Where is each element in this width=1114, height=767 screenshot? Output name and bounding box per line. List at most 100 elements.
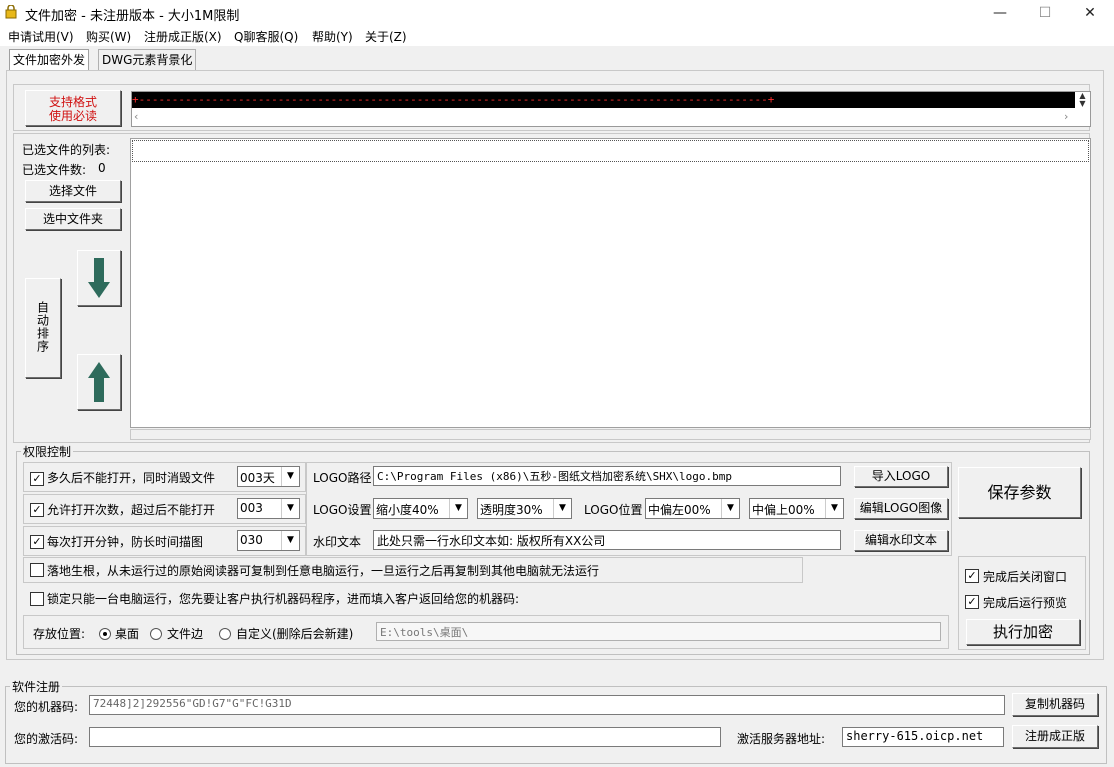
logo-path-input[interactable]: C:\Program Files (x86)\五秒-图纸文档加密系统\SHX\l… bbox=[373, 466, 841, 486]
radio-file-side-label: 文件边 bbox=[167, 627, 204, 641]
option1-select[interactable]: 003天 ▼ bbox=[237, 466, 300, 487]
preview-after-checkbox[interactable]: ✓ bbox=[965, 595, 979, 609]
option3-value: 030 bbox=[240, 533, 263, 547]
auto-sort-label: 自动排序 bbox=[35, 301, 50, 353]
root-option-label: 落地生根，从未运行过的原始阅读器可复制到任意电脑运行，一旦运行之后再复制到其他电… bbox=[47, 564, 600, 578]
radio-desktop[interactable] bbox=[99, 628, 111, 640]
option2-value: 003 bbox=[240, 501, 263, 515]
move-up-button[interactable] bbox=[77, 354, 121, 410]
chevron-down-icon: ▼ bbox=[721, 499, 739, 518]
registration-group: 软件注册 bbox=[5, 678, 1107, 764]
file-count-label: 已选文件数: bbox=[22, 163, 87, 177]
registration-group-title: 软件注册 bbox=[12, 680, 61, 694]
logo-settings-label: LOGO设置 bbox=[313, 503, 372, 517]
server-address-input[interactable]: sherry-615.oicp.net bbox=[842, 727, 1004, 747]
format-textbox[interactable]: +---------------------------------------… bbox=[131, 91, 1091, 127]
format-text: +---------------------------------------… bbox=[132, 92, 1075, 108]
watermark-label: 水印文本 bbox=[313, 535, 362, 549]
menu-trial[interactable]: 申请试用(V) bbox=[8, 28, 74, 45]
menu-qq-support[interactable]: Q聊客服(Q) bbox=[234, 28, 298, 45]
close-after-checkbox[interactable]: ✓ bbox=[965, 569, 979, 583]
radio-custom-label: 自定义(删除后会新建) bbox=[236, 627, 354, 641]
option1-checkbox[interactable]: ✓ bbox=[30, 472, 44, 486]
save-params-button[interactable]: 保存参数 bbox=[958, 467, 1081, 518]
logo-pos-v-select[interactable]: 中偏上00% ▼ bbox=[749, 498, 844, 519]
select-folder-button[interactable]: 选中文件夹 bbox=[25, 208, 121, 230]
logo-pos-h-value: 中偏左00% bbox=[648, 503, 711, 517]
close-after-label: 完成后关闭窗口 bbox=[983, 570, 1068, 584]
save-location-label: 存放位置: bbox=[33, 627, 86, 641]
radio-file-side[interactable] bbox=[150, 628, 162, 640]
logo-pos-v-value: 中偏上00% bbox=[752, 503, 815, 517]
preview-after-label: 完成后运行预览 bbox=[983, 596, 1068, 610]
menu-about[interactable]: 关于(Z) bbox=[365, 28, 407, 45]
option1-value: 003天 bbox=[240, 471, 275, 485]
option2-checkbox[interactable]: ✓ bbox=[30, 503, 44, 517]
option3-label: 每次打开分钟，防长时间描图 bbox=[47, 535, 204, 549]
scroll-left-icon[interactable]: ‹ bbox=[134, 110, 138, 123]
edit-logo-button[interactable]: 编辑LOGO图像 bbox=[854, 498, 948, 519]
option2-label: 允许打开次数，超过后不能打开 bbox=[47, 503, 216, 517]
move-down-button[interactable] bbox=[77, 250, 121, 306]
logo-position-label: LOGO位置 bbox=[584, 503, 643, 517]
chevron-down-icon: ▼ bbox=[553, 499, 571, 518]
scroll-right-icon[interactable]: › bbox=[1064, 110, 1068, 123]
logo-path-label: LOGO路径 bbox=[313, 471, 372, 485]
activation-code-label: 您的激活码: bbox=[14, 732, 79, 746]
tab-file-encrypt[interactable]: 文件加密外发 bbox=[9, 49, 90, 71]
menu-register[interactable]: 注册成正版(X) bbox=[144, 28, 222, 45]
select-file-button[interactable]: 选择文件 bbox=[25, 180, 121, 202]
custom-path-input[interactable]: E:\tools\桌面\ bbox=[376, 622, 941, 641]
supported-formats-line1: 支持格式 bbox=[48, 95, 97, 109]
option3-select[interactable]: 030 ▼ bbox=[237, 530, 300, 551]
arrow-down-icon bbox=[88, 258, 110, 298]
supported-formats-button[interactable]: 支持格式 使用必读 bbox=[25, 90, 121, 126]
window-title: 文件加密 - 未注册版本 - 大小1M限制 bbox=[25, 9, 240, 24]
copy-machine-code-button[interactable]: 复制机器码 bbox=[1012, 693, 1098, 716]
file-list-hscroll[interactable] bbox=[130, 429, 1091, 440]
radio-custom[interactable] bbox=[219, 628, 231, 640]
logo-scale-value: 缩小度40% bbox=[376, 503, 439, 517]
server-address-label: 激活服务器地址: bbox=[737, 732, 826, 746]
chevron-down-icon: ▼ bbox=[281, 467, 299, 486]
logo-pos-h-select[interactable]: 中偏左00% ▼ bbox=[645, 498, 740, 519]
option3-checkbox[interactable]: ✓ bbox=[30, 535, 44, 549]
arrow-up-icon bbox=[88, 362, 110, 402]
run-encrypt-button[interactable]: 执行加密 bbox=[966, 619, 1080, 645]
file-list-label: 已选文件的列表: bbox=[22, 143, 111, 157]
option1-label: 多久后不能打开，同时消毁文件 bbox=[47, 471, 216, 485]
chevron-down-icon: ▼ bbox=[281, 531, 299, 550]
chevron-down-icon: ▼ bbox=[449, 499, 467, 518]
permission-group-title: 权限控制 bbox=[23, 445, 72, 459]
edit-watermark-button[interactable]: 编辑水印文本 bbox=[854, 530, 948, 551]
tab-dwg-background[interactable]: DWG元素背景化 bbox=[98, 49, 197, 71]
register-button[interactable]: 注册成正版 bbox=[1012, 725, 1098, 748]
logo-opacity-value: 透明度30% bbox=[480, 503, 543, 517]
chevron-down-icon: ▼ bbox=[281, 499, 299, 518]
lock-option-checkbox[interactable] bbox=[30, 592, 44, 606]
auto-sort-button[interactable]: 自动排序 bbox=[25, 278, 61, 378]
chevron-down-icon: ▼ bbox=[825, 499, 843, 518]
logo-opacity-select[interactable]: 透明度30% ▼ bbox=[477, 498, 572, 519]
machine-code-input[interactable]: 72448]2]292556"GD!G7"G"FC!G31D bbox=[89, 695, 1005, 715]
watermark-input[interactable]: 此处只需一行水印文本如: 版权所有XX公司 bbox=[373, 530, 841, 550]
activation-code-input[interactable] bbox=[89, 727, 721, 747]
menu-help[interactable]: 帮助(Y) bbox=[312, 28, 353, 45]
file-count-value: 0 bbox=[98, 161, 106, 175]
option2-select[interactable]: 003 ▼ bbox=[237, 498, 300, 519]
root-option-checkbox[interactable] bbox=[30, 563, 44, 577]
supported-formats-line2: 使用必读 bbox=[48, 109, 97, 123]
lock-option-label: 锁定只能一台电脑运行，您先要让客户执行机器码程序，进而填入客户返回给您的机器码: bbox=[47, 592, 520, 606]
maximize-button[interactable]: ☐ bbox=[1022, 0, 1068, 26]
close-button[interactable]: ✕ bbox=[1067, 0, 1113, 26]
file-list-focus-row bbox=[132, 140, 1089, 162]
import-logo-button[interactable]: 导入LOGO bbox=[854, 466, 948, 487]
app-lock-icon bbox=[5, 5, 17, 19]
file-list-box[interactable] bbox=[130, 138, 1091, 428]
machine-code-label: 您的机器码: bbox=[14, 700, 79, 714]
format-vscroll[interactable]: ▲ ▼ bbox=[1076, 92, 1089, 108]
menu-buy[interactable]: 购买(W) bbox=[86, 28, 131, 45]
logo-scale-select[interactable]: 缩小度40% ▼ bbox=[373, 498, 468, 519]
menu-bar: 申请试用(V) 购买(W) 注册成正版(X) Q聊客服(Q) 帮助(Y) 关于(… bbox=[0, 26, 1114, 46]
minimize-button[interactable]: — bbox=[977, 0, 1023, 26]
